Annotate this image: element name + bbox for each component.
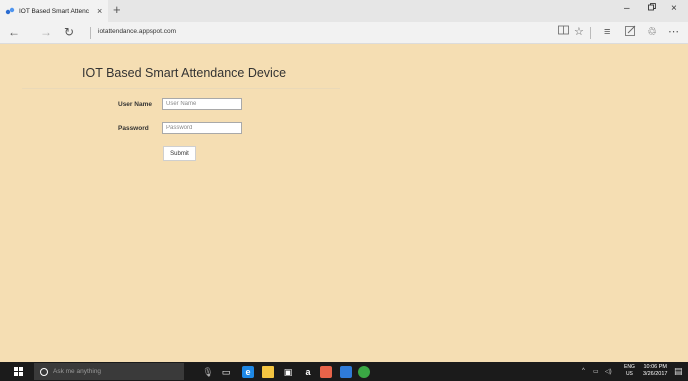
username-input[interactable] [162, 98, 242, 110]
taskbar: Ask me anything 🎙 ▭ e ▣ a ^ ▭ ◁) ENG US … [0, 362, 688, 381]
username-label: User Name [118, 101, 152, 108]
action-center-icon[interactable]: ▤ [674, 366, 683, 377]
language-indicator[interactable]: ENG US [624, 364, 635, 378]
hub-button[interactable]: ≡ [604, 25, 610, 39]
search-placeholder: Ask me anything [53, 368, 102, 375]
star-icon: ☆ [574, 26, 584, 38]
maximize-button[interactable] [648, 3, 656, 14]
toolbar-divider [590, 27, 591, 39]
password-input[interactable] [162, 122, 242, 134]
more-icon: ⋯ [668, 26, 679, 38]
volume-icon[interactable]: ◁) [605, 368, 612, 375]
page-title: IOT Based Smart Attendance Device [82, 66, 287, 80]
address-field[interactable]: iotattendance.appspot.com [98, 28, 176, 35]
browser-tab[interactable]: IOT Based Smart Attenc × [0, 0, 108, 22]
close-window-button[interactable]: × [671, 3, 677, 14]
chrome-icon[interactable] [358, 366, 370, 378]
title-divider [22, 88, 340, 89]
address-divider [90, 27, 91, 39]
show-hidden-icons-chevron-icon[interactable]: ^ [582, 368, 585, 374]
share-button[interactable]: ♲ [647, 25, 657, 39]
cortana-icon [40, 367, 48, 376]
title-bar: IOT Based Smart Attenc × + – × [0, 0, 688, 22]
edge-browser-icon[interactable]: e [242, 366, 254, 378]
more-button[interactable]: ⋯ [668, 25, 679, 39]
book-icon [558, 25, 569, 35]
tab-title: IOT Based Smart Attenc [19, 7, 89, 15]
web-note-icon [625, 25, 636, 36]
store-icon[interactable]: ▣ [282, 366, 294, 378]
tab-close-icon[interactable]: × [97, 6, 102, 16]
reading-view-button[interactable] [558, 25, 569, 39]
system-clock[interactable]: 10:06 PM 3/26/2017 [643, 364, 667, 378]
refresh-button[interactable]: ↻ [64, 25, 74, 39]
back-button[interactable]: ← [8, 25, 20, 39]
web-note-button[interactable] [625, 25, 636, 40]
file-explorer-icon[interactable] [262, 366, 274, 378]
hub-icon: ≡ [604, 26, 611, 38]
task-view-icon[interactable]: ▭ [220, 366, 232, 378]
app-icon[interactable] [320, 366, 332, 378]
battery-icon[interactable]: ▭ [593, 368, 599, 375]
new-tab-button[interactable]: + [113, 3, 121, 17]
address-bar-row: ← → ↻ iotattendance.appspot.com ☆ ≡ ♲ ⋯ [0, 22, 688, 44]
submit-button[interactable]: Submit [163, 146, 196, 161]
favorite-star-button[interactable]: ☆ [574, 25, 584, 39]
restore-icon [648, 3, 656, 11]
site-favicon-icon [5, 7, 15, 15]
minimize-button[interactable]: – [624, 3, 630, 14]
share-icon: ♲ [647, 26, 657, 38]
cortana-search-box[interactable]: Ask me anything [34, 363, 184, 380]
forward-button[interactable]: → [40, 25, 52, 39]
amazon-icon[interactable]: a [302, 366, 314, 378]
windows-start-icon[interactable] [14, 367, 24, 376]
page-content: IOT Based Smart Attendance Device User N… [0, 44, 688, 362]
password-label: Password [118, 125, 149, 132]
calculator-icon[interactable] [340, 366, 352, 378]
microphone-icon[interactable]: 🎙 [202, 366, 214, 378]
